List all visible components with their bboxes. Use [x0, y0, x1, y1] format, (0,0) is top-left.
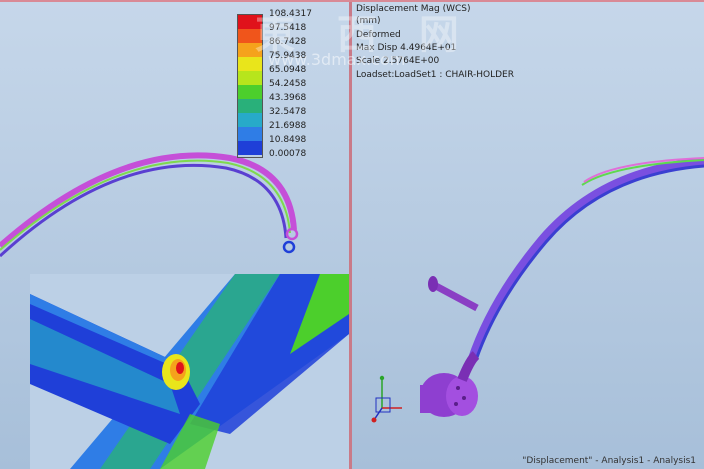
coordinate-triad	[371, 375, 402, 423]
arc-outer-shell	[0, 152, 297, 249]
legend-label-6: 43.3968	[269, 93, 307, 103]
result-loadset: Loadset:LoadSet1 : CHAIR-HOLDER	[356, 70, 514, 80]
legend-label-8: 21.6988	[269, 121, 307, 131]
side-branch-cap	[428, 276, 438, 292]
legend-label-10: 0.00078	[269, 149, 307, 159]
arm-arc	[467, 157, 704, 362]
viewport-divider[interactable]	[349, 0, 352, 469]
left-viewport[interactable]: 108.4317 97.5418 86.7428 75.9438 65.0948…	[0, 0, 349, 469]
zoom-inset	[30, 274, 349, 469]
legend-label-7: 32.5478	[269, 107, 307, 117]
legend-label-9: 10.8498	[269, 135, 307, 145]
arc-end-ring-top	[285, 227, 299, 241]
analysis-footer: "Displacement" - Analysis1 - Analysis1	[522, 456, 696, 466]
legend-label-5: 54.2458	[269, 79, 307, 89]
side-branch	[432, 281, 479, 312]
arc-end-ring-bottom	[282, 240, 296, 254]
watermark-url: www.3dmax.com	[268, 50, 406, 69]
right-viewport[interactable]: Displacement Mag (WCS) (mm) Deformed Max…	[352, 0, 704, 469]
